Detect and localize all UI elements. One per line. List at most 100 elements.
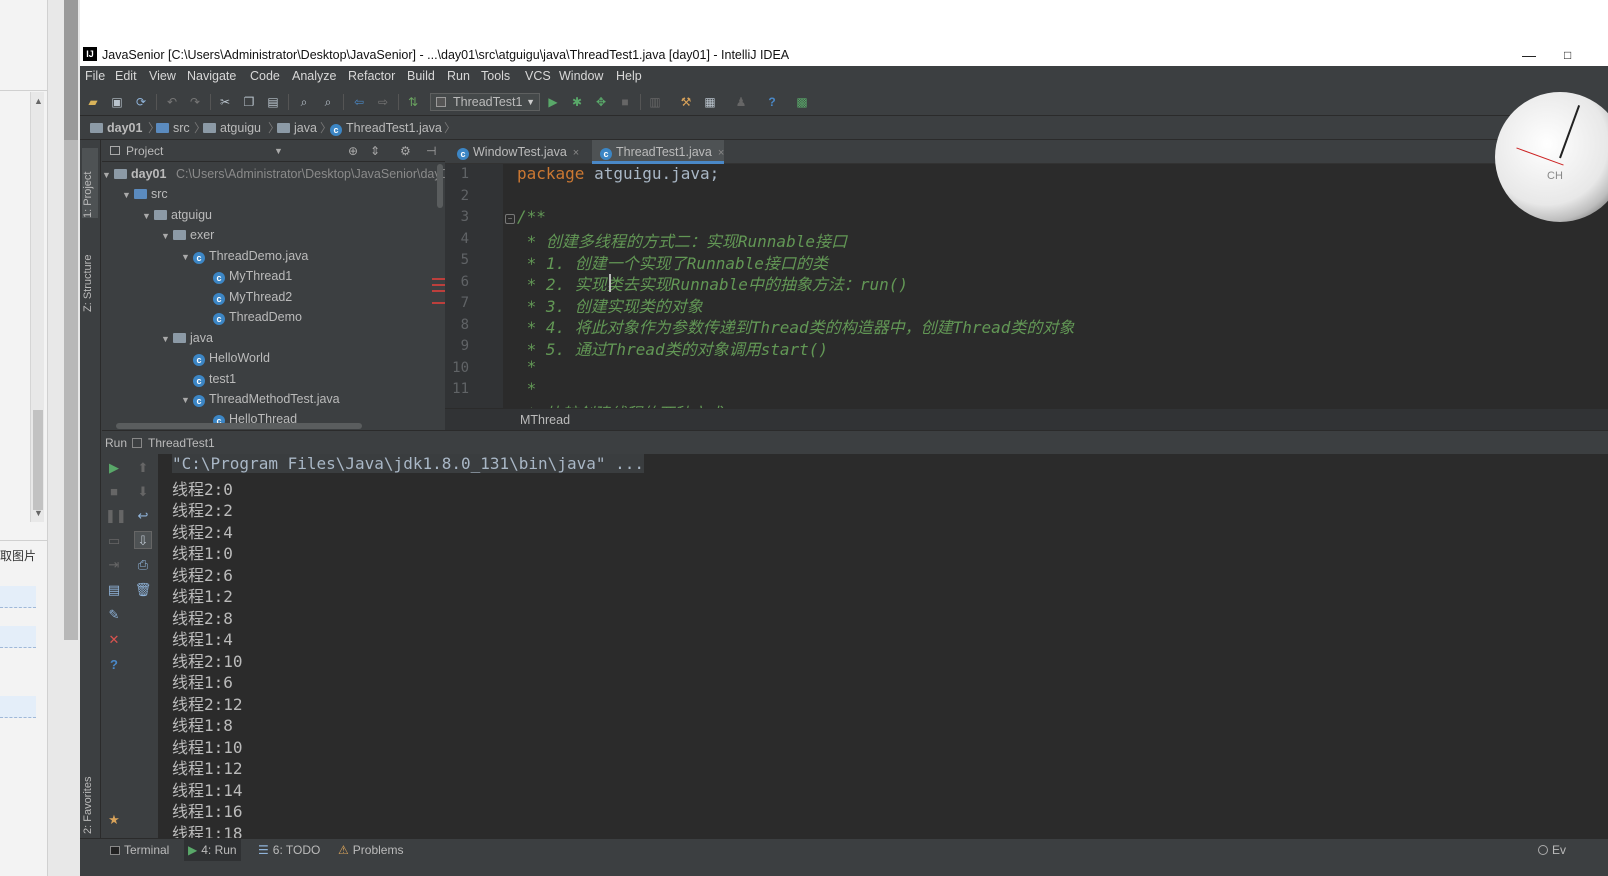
tree-item-mythread2[interactable]: c MyThread2	[213, 287, 292, 307]
dump-threads-icon[interactable]: ▭	[105, 532, 123, 550]
event-log-tab[interactable]: Ev	[1538, 839, 1566, 861]
tab-threadtest1[interactable]: c ThreadTest1.java ×	[592, 140, 725, 164]
problems-tab[interactable]: ⚠ Problems	[338, 839, 403, 861]
menu-file[interactable]: File	[85, 66, 105, 86]
run-icon[interactable]: ▶	[545, 94, 561, 110]
project-panel-title[interactable]: Project	[126, 140, 163, 162]
structure-crumb-mthread[interactable]: MThread	[520, 409, 570, 431]
stop-icon[interactable]: ■	[617, 94, 633, 110]
vcs-icon[interactable]: ▥	[647, 94, 663, 110]
todo-tab[interactable]: ☰ 6: TODO	[258, 839, 320, 861]
close-icon[interactable]: ×	[573, 147, 579, 159]
menu-help[interactable]: Help	[616, 66, 642, 86]
menu-tools[interactable]: Tools	[481, 66, 510, 86]
copy-icon[interactable]: ❐	[241, 94, 257, 110]
open-folder-icon[interactable]: ▰	[85, 94, 101, 110]
tree-item-exer[interactable]: ▼ exer	[161, 225, 214, 245]
menu-analyze[interactable]: Analyze	[292, 66, 336, 86]
trash-icon[interactable]: 🗑	[134, 581, 152, 599]
build-icon[interactable]: ⇅	[405, 94, 421, 110]
tree-item-atguigu[interactable]: ▼ atguigu	[142, 205, 212, 225]
sync-icon[interactable]: ⟳	[133, 94, 149, 110]
chevron-down-icon[interactable]: ▼	[274, 140, 283, 162]
android-icon[interactable]: ♟	[733, 94, 749, 110]
error-stripe-mark[interactable]	[432, 302, 445, 304]
print-icon[interactable]: ⎙	[134, 556, 152, 574]
menu-edit[interactable]: Edit	[115, 66, 137, 86]
locate-icon[interactable]: ⊕	[348, 140, 358, 162]
tree-item-threadmethodtest-java[interactable]: ▼ c ThreadMethodTest.java	[181, 389, 340, 409]
run-configuration-select[interactable]: ThreadTest1 ▼	[430, 93, 540, 111]
menu-vcs[interactable]: VCS	[525, 66, 551, 86]
replace-icon[interactable]: ⌕	[320, 94, 336, 110]
project-horizontal-scrollbar[interactable]	[116, 423, 362, 429]
stop-icon[interactable]: ■	[105, 483, 123, 501]
coverage-icon[interactable]: ✥	[593, 94, 609, 110]
scroll-up-icon[interactable]: ▲	[34, 96, 43, 106]
scroll-to-end-icon[interactable]: ⇩	[134, 531, 152, 549]
forward-icon[interactable]: ⇨	[375, 94, 391, 110]
code-area[interactable]: package atguigu.java; /** * 创建多线程的方式二：实现…	[445, 164, 1608, 408]
error-stripe-mark[interactable]	[432, 284, 445, 286]
tree-item-day01[interactable]: ▼ day01 C:\Users\Administrator\Desktop\Ja…	[102, 164, 455, 184]
tree-item-mythread1[interactable]: c MyThread1	[213, 266, 292, 286]
scroll-down-icon[interactable]: ▼	[34, 508, 43, 518]
tree-item-test1[interactable]: c test1	[193, 369, 236, 389]
debug-icon[interactable]: ✱	[569, 94, 585, 110]
help-icon[interactable]: ?	[105, 656, 123, 674]
back-icon[interactable]: ⇦	[351, 94, 367, 110]
tab-favorites[interactable]: 2: Favorites	[82, 750, 98, 834]
breadcrumb-atguigu[interactable]: atguigu	[203, 116, 261, 140]
breadcrumb-src[interactable]: src	[156, 116, 190, 140]
tree-item-helloworld[interactable]: c HelloWorld	[193, 348, 270, 368]
error-stripe-mark[interactable]	[432, 290, 445, 292]
menu-view[interactable]: View	[149, 66, 176, 86]
tab-structure[interactable]: Z: Structure	[82, 232, 98, 312]
breadcrumb-java[interactable]: java	[277, 116, 317, 140]
layout-icon[interactable]: ▤	[105, 581, 123, 599]
rerun-icon[interactable]: ▶	[105, 459, 123, 477]
tree-item-java[interactable]: ▼ java	[161, 328, 213, 348]
soft-wrap-icon[interactable]: ↩	[134, 507, 152, 525]
favorites-star-icon[interactable]: ★	[105, 811, 123, 829]
redo-icon[interactable]: ↷	[187, 94, 203, 110]
find-icon[interactable]: ⌕	[296, 94, 312, 110]
help-icon[interactable]: ?	[764, 94, 780, 110]
terminal-tab[interactable]: Terminal	[110, 839, 169, 861]
minimize-button[interactable]: —	[1522, 44, 1536, 66]
pause-icon[interactable]: ❚❚	[105, 507, 127, 525]
tree-item-threaddemo-java[interactable]: ▼ c ThreadDemo.java	[181, 246, 308, 266]
run-tab-threadtest1[interactable]: ThreadTest1	[148, 431, 215, 455]
menu-refactor[interactable]: Refactor	[348, 66, 395, 86]
scrollbar-thumb[interactable]	[33, 410, 43, 510]
run-tab[interactable]: ▶ 4: Run	[184, 839, 241, 861]
project-vertical-scrollbar[interactable]	[437, 164, 443, 208]
collapse-all-icon[interactable]: ⇕	[370, 140, 380, 162]
breadcrumb-day01[interactable]: day01	[90, 116, 142, 140]
gear-icon[interactable]: ⚙	[400, 140, 411, 162]
run-console[interactable]: "C:\Program Files\Java\jdk1.8.0_131\bin\…	[158, 454, 1608, 838]
save-icon[interactable]: ▣	[109, 94, 125, 110]
menu-window[interactable]: Window	[559, 66, 603, 86]
tree-item-src[interactable]: ▼ src	[122, 184, 168, 204]
menu-build[interactable]: Build	[407, 66, 435, 86]
breadcrumb-file[interactable]: c ThreadTest1.java	[330, 116, 442, 140]
menu-code[interactable]: Code	[250, 66, 280, 86]
background-scrollbar[interactable]	[30, 92, 44, 522]
plugin-icon[interactable]: ▩	[794, 94, 810, 110]
undo-icon[interactable]: ↶	[164, 94, 180, 110]
sdk-icon[interactable]: ▦	[702, 94, 718, 110]
exit-icon[interactable]: ⇥	[105, 556, 123, 574]
up-icon[interactable]: ⬆	[134, 459, 152, 477]
project-structure-icon[interactable]: ⚒	[678, 94, 694, 110]
tab-project[interactable]: 1: Project	[82, 148, 98, 218]
tab-windowtest[interactable]: c WindowTest.java ×	[449, 140, 579, 164]
close-icon[interactable]: ×	[718, 147, 724, 159]
tree-item-threaddemo[interactable]: c ThreadDemo	[213, 307, 302, 327]
cut-icon[interactable]: ✂	[217, 94, 233, 110]
close-icon[interactable]: ✕	[105, 631, 123, 649]
menu-navigate[interactable]: Navigate	[187, 66, 236, 86]
paste-icon[interactable]: ▤	[265, 94, 281, 110]
down-icon[interactable]: ⬇	[134, 483, 152, 501]
menu-run[interactable]: Run	[447, 66, 470, 86]
